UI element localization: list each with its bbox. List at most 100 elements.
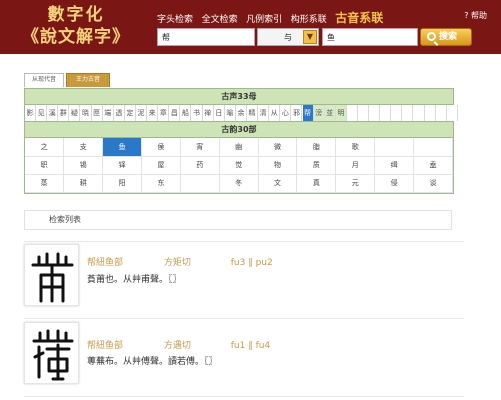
sound-grid: 古声33母 影见溪群疑晓匣端透定泥来章昌船书禅日喻余精清从心邪帮滂並明 古韵30… — [24, 88, 458, 194]
sheng-cell[interactable]: 並 — [324, 105, 336, 121]
sheng-cell[interactable]: 来 — [147, 105, 159, 121]
sheng-cell-empty — [446, 105, 458, 121]
result-list-title: 检索列表 — [24, 210, 452, 230]
sheng-cell[interactable]: 昌 — [169, 105, 181, 121]
yun-cell[interactable]: 鱼 — [102, 138, 143, 157]
result-1-category[interactable]: 帮紐鱼部 — [87, 255, 161, 268]
yun-cell[interactable]: 侵 — [374, 174, 415, 193]
yun-cell[interactable]: 谈 — [413, 174, 453, 193]
sheng-cell[interactable]: 端 — [102, 105, 114, 121]
sheng-cell[interactable]: 帮 — [302, 105, 314, 121]
yun-cell[interactable]: 耕 — [63, 174, 104, 193]
relation-select[interactable]: 与 ▼ — [257, 28, 319, 46]
yun-cell-empty — [413, 138, 453, 157]
sheng-cell-empty — [346, 105, 358, 121]
search-button[interactable]: 搜索 — [420, 28, 472, 46]
yun-cell[interactable]: 锡 — [63, 156, 104, 175]
sheng-cell[interactable]: 清 — [258, 105, 270, 121]
sheng-cell[interactable]: 禅 — [202, 105, 214, 121]
sheng-cell[interactable]: 透 — [113, 105, 125, 121]
yun-cell[interactable]: 缉 — [374, 156, 415, 175]
yun-cell[interactable]: 微 — [258, 138, 298, 157]
initial-input[interactable]: 帮 — [157, 28, 255, 46]
help-link[interactable]: ? 帮助 — [464, 10, 487, 21]
sheng-cell[interactable]: 心 — [280, 105, 292, 121]
yun-cell[interactable]: 冬 — [219, 174, 259, 193]
nav-item-ancient-sound[interactable]: 古音系联 — [335, 11, 383, 25]
nav-item-structure[interactable]: 构形系联 — [291, 15, 327, 25]
nav-item-headword[interactable]: 字头检索 — [157, 15, 193, 25]
sheng-cell[interactable]: 泥 — [136, 105, 148, 121]
sheng-cell[interactable]: 溪 — [47, 105, 59, 121]
yun-cell[interactable]: 觉 — [219, 156, 259, 175]
sheng-cell[interactable]: 明 — [335, 105, 347, 121]
sheng-cell[interactable]: 定 — [124, 105, 136, 121]
sheng-cell[interactable]: 日 — [213, 105, 225, 121]
yun-cell[interactable]: 真 — [296, 174, 337, 193]
site-logo[interactable]: 數字化 《說文解字》 — [10, 4, 142, 52]
yun-cell[interactable]: 之 — [25, 138, 65, 157]
tab-wang-li-ancient[interactable]: 王力古音 — [66, 73, 110, 87]
yun-cell[interactable]: 元 — [335, 174, 376, 193]
yun-cell[interactable]: 侯 — [141, 138, 181, 157]
result-2-definition: 蒪蕪布。从艸傅聲。讀若傅。〖〗 — [87, 357, 218, 367]
sheng-cell-empty — [413, 105, 425, 121]
seal-glyph-1 — [24, 244, 79, 306]
yun-cell[interactable]: 歌 — [335, 138, 376, 157]
sheng-cell[interactable]: 群 — [58, 105, 70, 121]
tab-modern-sound[interactable]: 从现代音 — [24, 73, 64, 87]
chevron-down-icon[interactable]: ▼ — [303, 30, 317, 44]
sheng-cell[interactable]: 滂 — [313, 105, 325, 121]
yun-cell[interactable]: 月 — [335, 156, 376, 175]
yun-table: 之支鱼侯宵幽微脂歌职锡铎屋药觉物质月缉盍蒸耕阳东 冬文真元侵谈 — [25, 138, 453, 193]
sheng-cell[interactable]: 晓 — [80, 105, 92, 121]
yun-title: 古韵30部 — [25, 122, 453, 138]
top-nav: 字头检索 全文检索 凡例索引 构形系联 古音系联 — [157, 9, 389, 25]
yun-cell[interactable]: 支 — [63, 138, 104, 157]
sheng-cell[interactable]: 疑 — [69, 105, 81, 121]
yun-row: 蒸耕阳东 冬文真元侵谈 — [25, 174, 453, 193]
result-2-category[interactable]: 帮紐鱼部 — [87, 338, 161, 351]
yun-cell[interactable]: 东 — [141, 174, 181, 193]
yun-cell[interactable]: 职 — [25, 156, 65, 175]
yun-cell[interactable]: 脂 — [296, 138, 337, 157]
sheng-cell[interactable]: 邪 — [291, 105, 303, 121]
yun-cell[interactable]: 物 — [258, 156, 298, 175]
divider — [24, 241, 464, 242]
yun-cell[interactable]: 宵 — [180, 138, 220, 157]
sheng-cell-empty — [402, 105, 414, 121]
sheng-cell[interactable]: 影 — [25, 105, 37, 121]
yun-row: 职锡铎屋药觉物质月缉盍 — [25, 156, 453, 175]
yun-cell[interactable]: 文 — [258, 174, 298, 193]
sheng-cell[interactable]: 从 — [269, 105, 281, 121]
yun-cell[interactable]: 幽 — [219, 138, 259, 157]
result-1-pinyin: fu3 ‖ pu2 — [230, 258, 273, 268]
sheng-cell[interactable]: 喻 — [224, 105, 236, 121]
search-icon — [427, 32, 436, 41]
result-1-fanqie: 方矩切 — [163, 258, 191, 268]
yun-cell-empty — [374, 138, 415, 157]
sheng-cell[interactable]: 精 — [247, 105, 259, 121]
header-bar: 數字化 《說文解字》 字头检索 全文检索 凡例索引 构形系联 古音系联 ? 帮助… — [0, 0, 501, 54]
yun-cell[interactable]: 屋 — [141, 156, 181, 175]
sheng-cell[interactable]: 见 — [36, 105, 48, 121]
nav-item-fulltext[interactable]: 全文检索 — [202, 15, 238, 25]
yun-cell[interactable]: 铎 — [102, 156, 143, 175]
divider — [24, 396, 464, 397]
sheng-cell-empty — [435, 105, 447, 121]
sheng-cell[interactable]: 匣 — [91, 105, 103, 121]
yun-cell[interactable]: 质 — [296, 156, 337, 175]
nav-item-index[interactable]: 凡例索引 — [246, 15, 282, 25]
sheng-cell-empty — [369, 105, 381, 121]
sheng-cell[interactable]: 余 — [235, 105, 247, 121]
yun-cell[interactable]: 蒸 — [25, 174, 65, 193]
yun-cell[interactable]: 药 — [180, 156, 220, 175]
yun-cell[interactable]: 阳 — [102, 174, 143, 193]
yun-cell[interactable]: 盍 — [413, 156, 453, 175]
sheng-cell[interactable]: 章 — [158, 105, 170, 121]
yun-cell-empty — [180, 174, 220, 193]
yun-row: 之支鱼侯宵幽微脂歌 — [25, 138, 453, 157]
sheng-cell[interactable]: 船 — [180, 105, 192, 121]
sheng-cell[interactable]: 书 — [191, 105, 203, 121]
rhyme-input[interactable]: 鱼 — [322, 28, 418, 46]
